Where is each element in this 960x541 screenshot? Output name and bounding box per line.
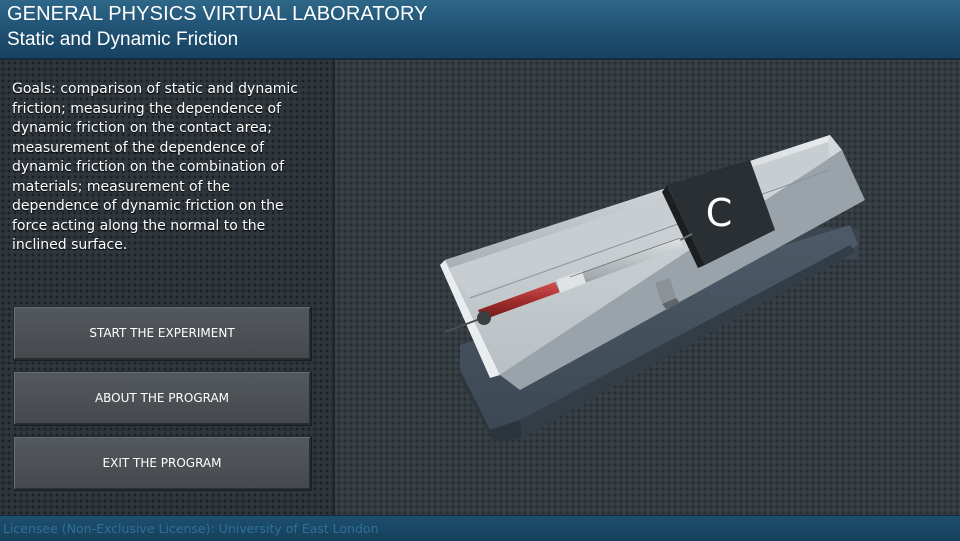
exit-program-button[interactable]: EXIT THE PROGRAM [13, 436, 311, 490]
block-label: C [706, 191, 733, 235]
app-header: GENERAL PHYSICS VIRTUAL LABORATORY Stati… [0, 0, 960, 60]
about-program-button[interactable]: ABOUT THE PROGRAM [13, 371, 311, 425]
footer-bar: Licensee (Non-Exclusive License): Univer… [0, 515, 960, 541]
app-title: GENERAL PHYSICS VIRTUAL LABORATORY [7, 3, 428, 25]
license-text: Licensee (Non-Exclusive License): Univer… [3, 521, 379, 536]
start-experiment-button[interactable]: START THE EXPERIMENT [13, 306, 311, 360]
friction-apparatus-illustration: C [440, 135, 865, 442]
experiment-subtitle: Static and Dynamic Friction [7, 29, 239, 50]
goals-description: Goals: comparison of static and dynamic … [12, 81, 299, 253]
